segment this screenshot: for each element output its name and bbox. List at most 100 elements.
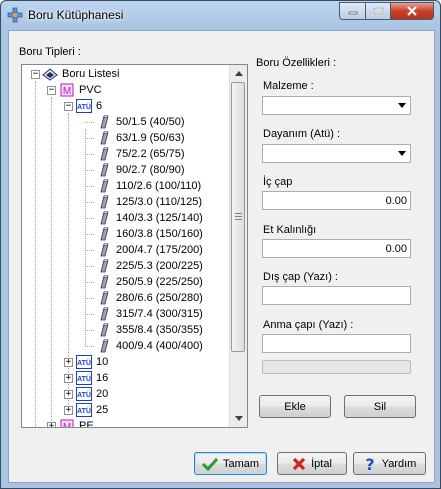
maximize-icon [372, 6, 384, 16]
tree-node-label: 250/5.9 (225/250) [116, 276, 203, 288]
tree-node-pipe[interactable]: 280/6.6 (250/280) [96, 290, 203, 306]
malzeme-dropdown-button[interactable] [394, 97, 410, 114]
malzeme-combo[interactable] [262, 96, 411, 115]
close-icon [407, 6, 417, 16]
anma-input[interactable] [262, 334, 411, 353]
maximize-button[interactable] [365, 2, 391, 20]
expand-toggle[interactable]: + [64, 406, 73, 415]
svg-text:ATÜ: ATÜ [77, 102, 91, 111]
tree-node-pipe[interactable]: 250/5.9 (225/250) [96, 274, 203, 290]
scroll-up-button[interactable] [230, 65, 247, 82]
iptal-button[interactable]: İptal [277, 452, 347, 475]
tree-node-pipe[interactable]: 355/8.4 (350/355) [96, 322, 203, 338]
tree-node-pipe[interactable]: 63/1.9 (50/63) [96, 130, 185, 146]
tree-node-pvc[interactable]: M PVC [59, 82, 102, 98]
svg-text:ATÜ: ATÜ [77, 358, 91, 367]
scroll-down-button[interactable] [230, 410, 247, 427]
tree-line [85, 282, 94, 283]
checkmark-icon [201, 457, 218, 471]
tree-node-pipe[interactable]: 90/2.7 (80/90) [96, 162, 185, 178]
dayanim-dropdown-button[interactable] [394, 145, 410, 162]
tree-line [85, 234, 94, 235]
tree-line [85, 346, 94, 347]
tree-node-pipe[interactable]: 225/5.3 (200/225) [96, 258, 203, 274]
tree-node-label: PE [79, 420, 94, 428]
tree-node-label: 6 [96, 100, 103, 112]
collapse-toggle[interactable]: − [64, 102, 73, 111]
svg-text:?: ? [365, 456, 374, 472]
expand-toggle[interactable]: + [64, 390, 73, 399]
tree-node-pipe[interactable]: 200/4.7 (175/200) [96, 242, 203, 258]
collapse-toggle[interactable]: − [31, 70, 40, 79]
tree-node-pipe[interactable]: 75/2.2 (65/75) [96, 146, 185, 162]
tree-node-label: 125/3.0 (110/125) [116, 196, 203, 208]
tree-node-group[interactable]: ATÜ 20 [76, 386, 108, 402]
tree-line [85, 266, 94, 267]
tree-node-pipe[interactable]: 110/2.6 (100/110) [96, 178, 201, 194]
grip-line [235, 219, 242, 220]
tree-node-pipe[interactable]: 140/3.3 (125/140) [96, 210, 203, 226]
tree-node-pipe[interactable]: 125/3.0 (110/125) [96, 194, 202, 210]
close-button[interactable] [390, 2, 434, 20]
tree-node-label: 50/1.5 (40/50) [116, 116, 185, 128]
chevron-down-icon [398, 103, 406, 108]
expand-toggle[interactable]: + [64, 374, 73, 383]
tree-node-label: 140/3.3 (125/140) [116, 212, 203, 224]
library-icon [42, 68, 58, 81]
svg-text:M: M [63, 422, 71, 428]
dis-cap-input[interactable] [262, 286, 411, 305]
malzeme-label: Malzeme : [263, 80, 314, 92]
ic-cap-input[interactable]: 0.00 [262, 191, 411, 210]
tree-panel-label: Boru Tipleri : [19, 46, 81, 58]
tree-node-pipe[interactable]: 400/9.4 (400/400) [96, 338, 203, 354]
tree-node-label: 63/1.9 (50/63) [116, 132, 185, 144]
scroll-thumb[interactable] [231, 82, 245, 352]
tamam-button[interactable]: Tamam [194, 452, 267, 475]
pipe-icon [100, 323, 109, 337]
dayanim-combo[interactable] [262, 144, 411, 163]
pipe-icon [100, 227, 109, 241]
tree-line [85, 298, 94, 299]
tree-node-label: 400/9.4 (400/400) [116, 340, 203, 352]
pipe-icon [100, 195, 109, 209]
tree-node-root[interactable]: Boru Listesi [42, 66, 119, 82]
pipe-icon [100, 115, 109, 129]
pressure-class-icon: ATÜ [76, 355, 92, 369]
window-title: Boru Kütüphanesi [28, 8, 124, 22]
tree-line [85, 250, 94, 251]
tree-line [85, 314, 94, 315]
tree-node-pe[interactable]: M PE [59, 418, 94, 428]
pipe-icon [100, 163, 109, 177]
yardim-button[interactable]: ? Yardım [353, 452, 426, 475]
tree-node-group[interactable]: ATÜ 25 [76, 402, 108, 418]
tree-line [85, 330, 94, 331]
title-bar[interactable]: Boru Kütüphanesi [1, 1, 440, 29]
tree-node-pipe[interactable]: 50/1.5 (40/50) [96, 114, 185, 130]
tree-scrollbar[interactable] [229, 65, 247, 427]
tree-node-group[interactable]: ATÜ 10 [76, 354, 108, 370]
pressure-class-icon: ATÜ [76, 371, 92, 385]
minimize-button[interactable] [339, 2, 366, 20]
expand-toggle[interactable]: + [47, 422, 56, 427]
tree-node-group[interactable]: ATÜ 16 [76, 370, 108, 386]
tree-node-label: PVC [79, 84, 102, 96]
tree-node-pipe[interactable]: 160/3.8 (150/160) [96, 226, 203, 242]
tree-node-group-6[interactable]: ATÜ 6 [76, 98, 102, 114]
ekle-button[interactable]: Ekle [259, 395, 331, 418]
grip-line [235, 216, 242, 217]
pressure-class-icon: ATÜ [76, 403, 92, 417]
sil-button[interactable]: Sil [344, 395, 416, 418]
et-value: 0.00 [385, 243, 407, 255]
tree-node-label: 200/4.7 (175/200) [116, 244, 203, 256]
properties-label: Boru Özellikleri : [256, 57, 337, 69]
et-input[interactable]: 0.00 [262, 239, 411, 258]
tree-line [85, 138, 94, 139]
tree-node-label: 280/6.6 (250/280) [116, 292, 203, 304]
expand-toggle[interactable]: + [64, 358, 73, 367]
collapse-toggle[interactable]: − [47, 86, 56, 95]
tree-node-label: 25 [96, 404, 109, 416]
tree-node-pipe[interactable]: 315/7.4 (300/315) [96, 306, 203, 322]
pipe-tree[interactable]: − Boru Listesi − M PVC − ATÜ 6 50/1.5 (4… [21, 64, 248, 428]
chevron-down-icon [398, 151, 406, 156]
tree-node-label: 110/2.6 (100/110) [116, 180, 202, 192]
